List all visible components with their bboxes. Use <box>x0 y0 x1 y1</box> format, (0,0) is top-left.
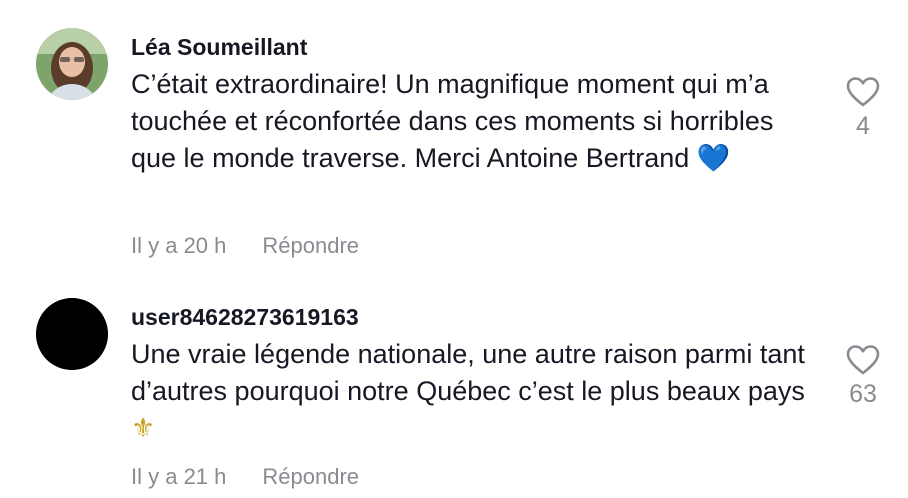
blue-heart-emoji: 💙 <box>696 143 731 174</box>
avatar[interactable] <box>36 28 108 100</box>
comment-timestamp: Il y a 21 h <box>131 464 227 489</box>
heart-outline-icon[interactable] <box>846 76 880 108</box>
comment-meta: Il y a 20 h Répondre <box>131 233 359 259</box>
comment-body: Une vraie légende nationale, une autre r… <box>131 339 805 406</box>
like-count: 4 <box>856 112 870 140</box>
heart-outline-icon[interactable] <box>846 344 880 376</box>
reply-button[interactable]: Répondre <box>262 464 359 489</box>
avatar-placeholder <box>36 298 108 370</box>
avatar[interactable] <box>36 298 108 370</box>
like-control[interactable]: 63 <box>833 344 893 409</box>
comment-item: Léa Soumeillant C’était extraordinaire! … <box>0 0 908 280</box>
comment-text: C’était extraordinaire! Un magnifique mo… <box>131 66 791 177</box>
comment-meta: Il y a 21 h Répondre <box>131 464 359 490</box>
fleur-de-lis-emoji: ⚜ <box>131 413 156 444</box>
like-control[interactable]: 4 <box>833 76 893 141</box>
avatar-photo <box>36 28 108 100</box>
comment-timestamp: Il y a 20 h <box>131 233 227 258</box>
like-count: 63 <box>849 380 877 408</box>
comment-username[interactable]: user84628273619163 <box>131 304 359 331</box>
comment-username[interactable]: Léa Soumeillant <box>131 34 307 61</box>
comment-item: user84628273619163 Une vraie légende nat… <box>0 280 908 498</box>
reply-button[interactable]: Répondre <box>262 233 359 258</box>
comment-body: C’était extraordinaire! Un magnifique mo… <box>131 69 774 173</box>
comment-text: Une vraie légende nationale, une autre r… <box>131 336 821 447</box>
